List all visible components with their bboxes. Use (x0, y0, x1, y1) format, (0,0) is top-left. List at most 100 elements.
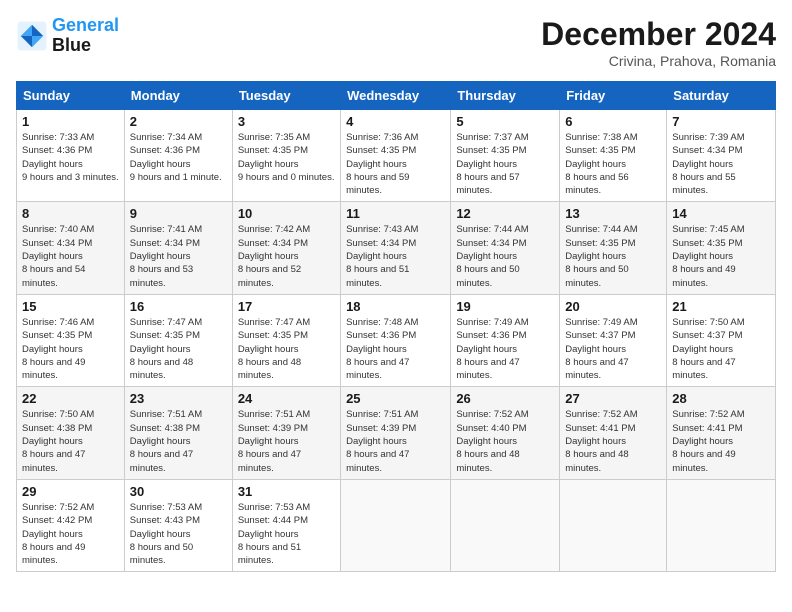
day-number: 22 (22, 391, 119, 406)
calendar-cell (341, 479, 451, 571)
calendar-cell: 14 Sunrise: 7:45 AMSunset: 4:35 PMDaylig… (667, 202, 776, 294)
calendar-cell (560, 479, 667, 571)
calendar-header-row: SundayMondayTuesdayWednesdayThursdayFrid… (17, 82, 776, 110)
day-number: 4 (346, 114, 445, 129)
day-number: 6 (565, 114, 661, 129)
day-number: 30 (130, 484, 227, 499)
calendar-cell: 5 Sunrise: 7:37 AMSunset: 4:35 PMDayligh… (451, 110, 560, 202)
day-number: 13 (565, 206, 661, 221)
day-detail: Sunrise: 7:45 AMSunset: 4:35 PMDaylight … (672, 223, 770, 289)
day-number: 9 (130, 206, 227, 221)
calendar-cell: 15 Sunrise: 7:46 AMSunset: 4:35 PMDaylig… (17, 294, 125, 386)
calendar-cell: 21 Sunrise: 7:50 AMSunset: 4:37 PMDaylig… (667, 294, 776, 386)
day-number: 31 (238, 484, 335, 499)
day-number: 27 (565, 391, 661, 406)
day-number: 1 (22, 114, 119, 129)
day-detail: Sunrise: 7:42 AMSunset: 4:34 PMDaylight … (238, 223, 335, 289)
calendar-cell: 1 Sunrise: 7:33 AMSunset: 4:36 PMDayligh… (17, 110, 125, 202)
day-number: 21 (672, 299, 770, 314)
calendar-cell (451, 479, 560, 571)
day-number: 12 (456, 206, 554, 221)
day-number: 15 (22, 299, 119, 314)
day-number: 5 (456, 114, 554, 129)
day-detail: Sunrise: 7:50 AMSunset: 4:38 PMDaylight … (22, 408, 119, 474)
week-row-2: 8 Sunrise: 7:40 AMSunset: 4:34 PMDayligh… (17, 202, 776, 294)
day-detail: Sunrise: 7:49 AMSunset: 4:37 PMDaylight … (565, 316, 661, 382)
day-detail: Sunrise: 7:52 AMSunset: 4:41 PMDaylight … (672, 408, 770, 474)
calendar-cell: 18 Sunrise: 7:48 AMSunset: 4:36 PMDaylig… (341, 294, 451, 386)
day-detail: Sunrise: 7:52 AMSunset: 4:41 PMDaylight … (565, 408, 661, 474)
calendar-cell: 22 Sunrise: 7:50 AMSunset: 4:38 PMDaylig… (17, 387, 125, 479)
day-detail: Sunrise: 7:50 AMSunset: 4:37 PMDaylight … (672, 316, 770, 382)
day-number: 2 (130, 114, 227, 129)
day-detail: Sunrise: 7:47 AMSunset: 4:35 PMDaylight … (130, 316, 227, 382)
day-detail: Sunrise: 7:44 AMSunset: 4:34 PMDaylight … (456, 223, 554, 289)
day-number: 25 (346, 391, 445, 406)
day-header-sunday: Sunday (17, 82, 125, 110)
calendar-cell: 13 Sunrise: 7:44 AMSunset: 4:35 PMDaylig… (560, 202, 667, 294)
day-number: 10 (238, 206, 335, 221)
day-detail: Sunrise: 7:36 AMSunset: 4:35 PMDaylight … (346, 131, 445, 197)
day-number: 18 (346, 299, 445, 314)
calendar-cell: 2 Sunrise: 7:34 AMSunset: 4:36 PMDayligh… (124, 110, 232, 202)
day-number: 11 (346, 206, 445, 221)
day-number: 3 (238, 114, 335, 129)
calendar-cell: 26 Sunrise: 7:52 AMSunset: 4:40 PMDaylig… (451, 387, 560, 479)
calendar-cell: 20 Sunrise: 7:49 AMSunset: 4:37 PMDaylig… (560, 294, 667, 386)
calendar-cell: 11 Sunrise: 7:43 AMSunset: 4:34 PMDaylig… (341, 202, 451, 294)
day-detail: Sunrise: 7:52 AMSunset: 4:42 PMDaylight … (22, 501, 119, 567)
calendar-cell: 7 Sunrise: 7:39 AMSunset: 4:34 PMDayligh… (667, 110, 776, 202)
day-detail: Sunrise: 7:48 AMSunset: 4:36 PMDaylight … (346, 316, 445, 382)
page-header: General Blue December 2024 Crivina, Prah… (16, 16, 776, 69)
day-detail: Sunrise: 7:44 AMSunset: 4:35 PMDaylight … (565, 223, 661, 289)
month-title: December 2024 (541, 16, 776, 53)
day-number: 19 (456, 299, 554, 314)
day-number: 14 (672, 206, 770, 221)
day-detail: Sunrise: 7:51 AMSunset: 4:39 PMDaylight … (346, 408, 445, 474)
day-detail: Sunrise: 7:40 AMSunset: 4:34 PMDaylight … (22, 223, 119, 289)
logo-icon (16, 20, 48, 52)
day-header-friday: Friday (560, 82, 667, 110)
day-detail: Sunrise: 7:39 AMSunset: 4:34 PMDaylight … (672, 131, 770, 197)
calendar-cell: 10 Sunrise: 7:42 AMSunset: 4:34 PMDaylig… (232, 202, 340, 294)
calendar-cell: 27 Sunrise: 7:52 AMSunset: 4:41 PMDaylig… (560, 387, 667, 479)
week-row-4: 22 Sunrise: 7:50 AMSunset: 4:38 PMDaylig… (17, 387, 776, 479)
day-detail: Sunrise: 7:34 AMSunset: 4:36 PMDaylight … (130, 131, 227, 184)
calendar-cell (667, 479, 776, 571)
day-number: 20 (565, 299, 661, 314)
calendar-cell: 19 Sunrise: 7:49 AMSunset: 4:36 PMDaylig… (451, 294, 560, 386)
calendar-cell: 16 Sunrise: 7:47 AMSunset: 4:35 PMDaylig… (124, 294, 232, 386)
day-detail: Sunrise: 7:53 AMSunset: 4:43 PMDaylight … (130, 501, 227, 567)
day-detail: Sunrise: 7:35 AMSunset: 4:35 PMDaylight … (238, 131, 335, 184)
calendar-cell: 3 Sunrise: 7:35 AMSunset: 4:35 PMDayligh… (232, 110, 340, 202)
day-header-tuesday: Tuesday (232, 82, 340, 110)
calendar-cell: 25 Sunrise: 7:51 AMSunset: 4:39 PMDaylig… (341, 387, 451, 479)
day-header-saturday: Saturday (667, 82, 776, 110)
day-number: 28 (672, 391, 770, 406)
calendar-cell: 24 Sunrise: 7:51 AMSunset: 4:39 PMDaylig… (232, 387, 340, 479)
calendar-cell: 23 Sunrise: 7:51 AMSunset: 4:38 PMDaylig… (124, 387, 232, 479)
week-row-3: 15 Sunrise: 7:46 AMSunset: 4:35 PMDaylig… (17, 294, 776, 386)
calendar-cell: 8 Sunrise: 7:40 AMSunset: 4:34 PMDayligh… (17, 202, 125, 294)
location-subtitle: Crivina, Prahova, Romania (541, 53, 776, 69)
calendar-cell: 28 Sunrise: 7:52 AMSunset: 4:41 PMDaylig… (667, 387, 776, 479)
title-area: December 2024 Crivina, Prahova, Romania (541, 16, 776, 69)
day-number: 29 (22, 484, 119, 499)
day-detail: Sunrise: 7:53 AMSunset: 4:44 PMDaylight … (238, 501, 335, 567)
day-detail: Sunrise: 7:49 AMSunset: 4:36 PMDaylight … (456, 316, 554, 382)
calendar-cell: 9 Sunrise: 7:41 AMSunset: 4:34 PMDayligh… (124, 202, 232, 294)
day-detail: Sunrise: 7:51 AMSunset: 4:39 PMDaylight … (238, 408, 335, 474)
day-header-thursday: Thursday (451, 82, 560, 110)
day-number: 17 (238, 299, 335, 314)
day-detail: Sunrise: 7:41 AMSunset: 4:34 PMDaylight … (130, 223, 227, 289)
week-row-1: 1 Sunrise: 7:33 AMSunset: 4:36 PMDayligh… (17, 110, 776, 202)
day-number: 8 (22, 206, 119, 221)
day-detail: Sunrise: 7:43 AMSunset: 4:34 PMDaylight … (346, 223, 445, 289)
day-number: 24 (238, 391, 335, 406)
calendar-cell: 29 Sunrise: 7:52 AMSunset: 4:42 PMDaylig… (17, 479, 125, 571)
day-header-monday: Monday (124, 82, 232, 110)
day-number: 7 (672, 114, 770, 129)
day-header-wednesday: Wednesday (341, 82, 451, 110)
week-row-5: 29 Sunrise: 7:52 AMSunset: 4:42 PMDaylig… (17, 479, 776, 571)
calendar-cell: 4 Sunrise: 7:36 AMSunset: 4:35 PMDayligh… (341, 110, 451, 202)
